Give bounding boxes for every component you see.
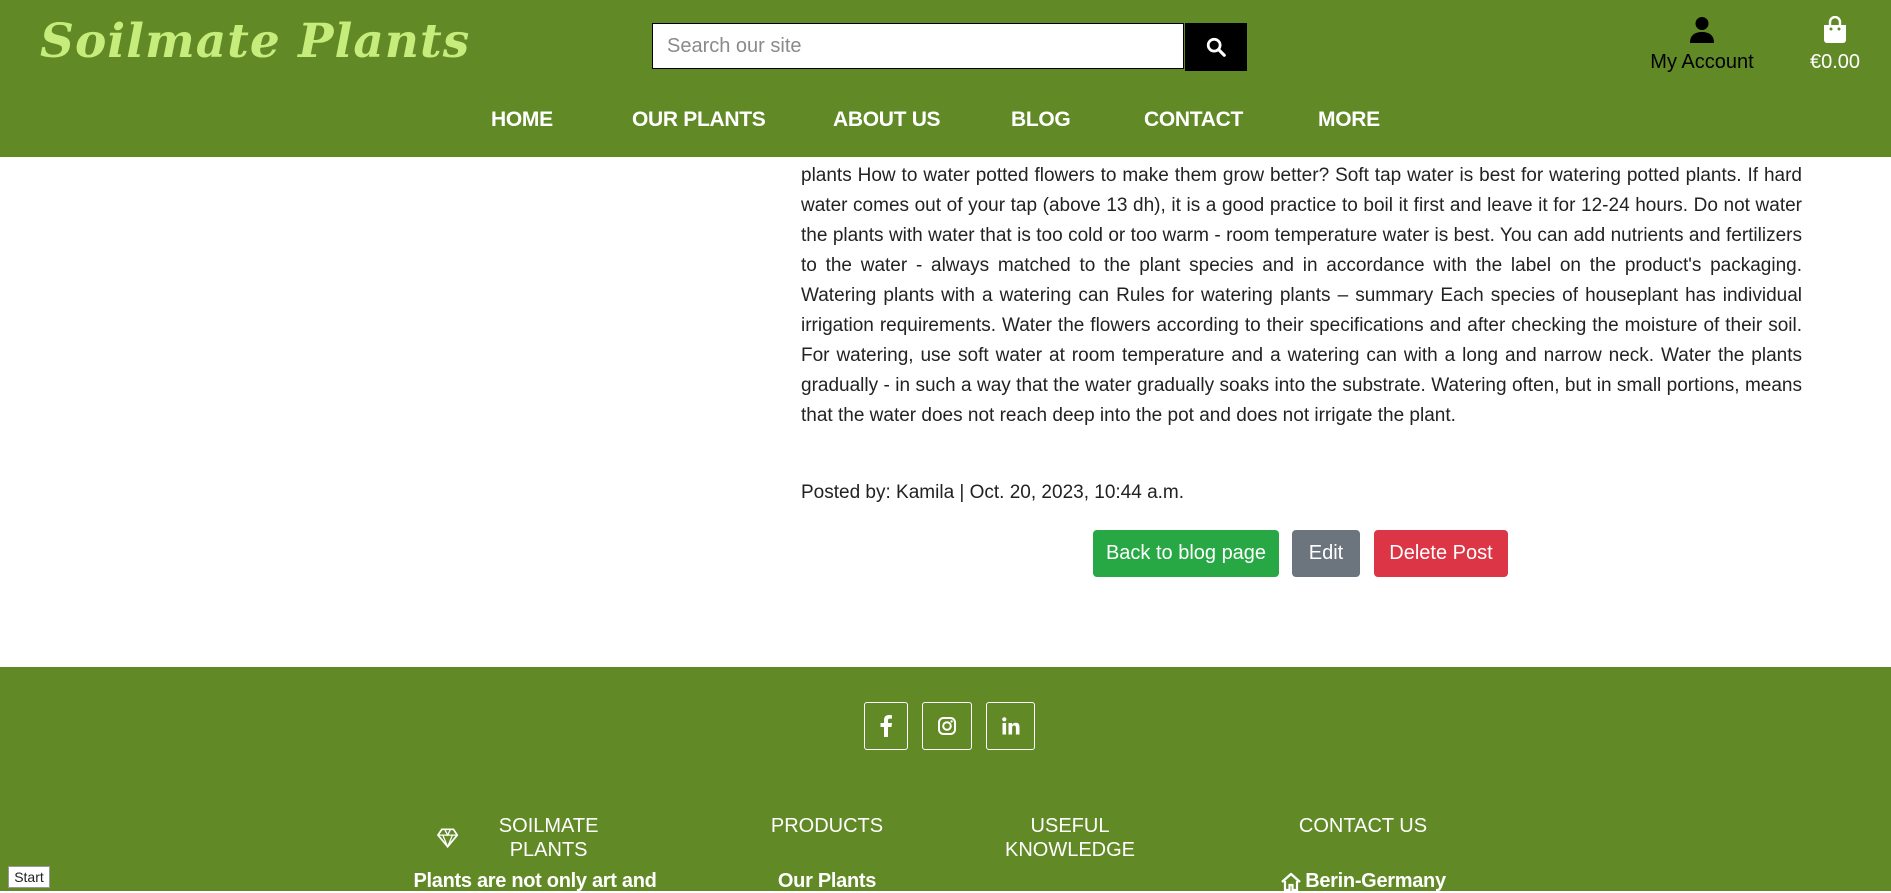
nav-more[interactable]: MORE: [1318, 108, 1380, 132]
instagram-icon: [938, 717, 956, 735]
site-footer: SOILMATE PLANTS Plants are not only art …: [0, 667, 1891, 893]
search-button[interactable]: [1185, 23, 1247, 71]
delete-post-button[interactable]: Delete Post: [1374, 530, 1508, 577]
footer-contact-location: Berin-Germany: [1263, 870, 1463, 893]
nav-our-plants[interactable]: OUR PLANTS: [632, 108, 766, 132]
footer-location-text: Berin-Germany: [1305, 870, 1446, 892]
footer-col-products-heading: PRODUCTS: [770, 815, 884, 837]
nav-blog[interactable]: BLOG: [1011, 108, 1071, 132]
edit-post-button[interactable]: Edit: [1292, 530, 1360, 577]
my-account-link[interactable]: My Account: [1646, 16, 1758, 74]
nav-home[interactable]: HOME: [491, 108, 553, 132]
shopping-bag-link[interactable]: €0.00: [1800, 15, 1870, 74]
footer-col-brand-title: SOILMATE PLANTS: [498, 815, 599, 861]
post-meta: Posted by: Kamila | Oct. 20, 2023, 10:44…: [801, 482, 1185, 503]
cart-total: €0.00: [1809, 51, 1861, 73]
footer-col-brand-heading: SOILMATE PLANTS: [437, 814, 637, 862]
nav-about-us[interactable]: ABOUT US: [833, 108, 941, 132]
footer-col-brand-text: Plants are not only art and: [413, 870, 657, 892]
start-badge[interactable]: Start: [8, 866, 50, 888]
post-body: plants How to water potted flowers to ma…: [801, 165, 1802, 426]
footer-link-our-plants[interactable]: Our Plants: [747, 870, 907, 893]
back-to-blog-button[interactable]: Back to blog page: [1093, 530, 1279, 577]
search-icon: [1206, 37, 1226, 57]
search-input[interactable]: [653, 24, 1183, 68]
instagram-link[interactable]: [922, 702, 972, 750]
linkedin-icon: [1001, 717, 1019, 735]
shopping-bag-icon: [1824, 15, 1846, 43]
my-account-label: My Account: [1650, 51, 1754, 73]
site-logo[interactable]: Soilmate Plants: [40, 14, 470, 69]
footer-col-contact-heading: CONTACT US: [1298, 815, 1428, 837]
linkedin-link[interactable]: [986, 702, 1035, 750]
search-box: [652, 23, 1184, 69]
nav-contact[interactable]: CONTACT: [1144, 108, 1243, 132]
site-header: Soilmate Plants My Account €0.00 HOME OU…: [0, 0, 1891, 157]
facebook-link[interactable]: [864, 702, 908, 750]
gem-icon: [437, 828, 459, 848]
user-icon: [1690, 17, 1714, 43]
main-nav: HOME OUR PLANTS ABOUT US BLOG CONTACT MO…: [0, 108, 1891, 138]
footer-col-knowledge-heading: USEFUL KNOWLEDGE: [1004, 815, 1136, 861]
facebook-icon: [880, 715, 892, 737]
home-icon: [1281, 872, 1302, 891]
